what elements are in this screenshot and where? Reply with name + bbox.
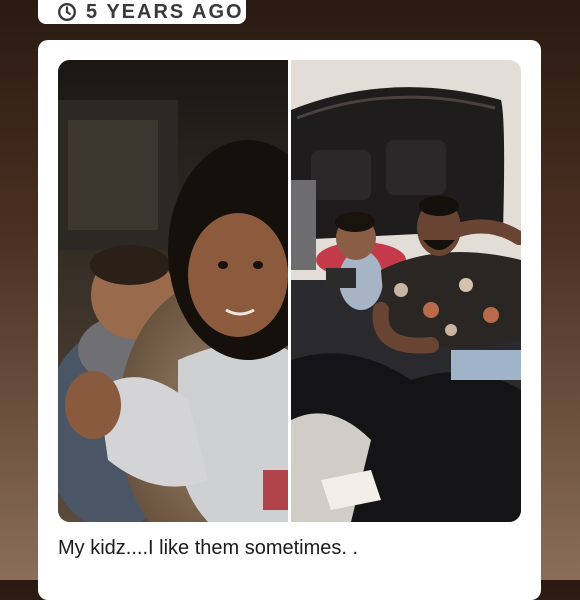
memory-banner[interactable]: 5 YEARS AGO (38, 0, 246, 24)
post-caption: My kidz....I like them sometimes. . (58, 537, 359, 559)
photo-right-image (291, 60, 521, 522)
memory-post-card: My kidz....I like them sometimes. . (38, 40, 541, 600)
photo-grid (58, 60, 521, 522)
memory-banner-label: 5 YEARS AGO (86, 0, 244, 23)
photo-right[interactable] (291, 60, 521, 522)
photo-left-image (58, 60, 288, 522)
photo-left[interactable] (58, 60, 288, 522)
history-icon (58, 3, 76, 21)
